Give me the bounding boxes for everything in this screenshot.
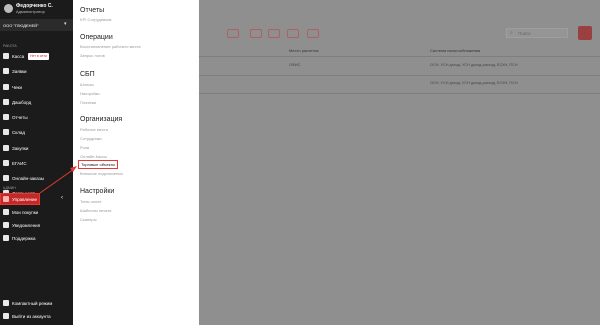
- sidebar-item-otchety[interactable]: Отчеты: [0, 112, 73, 123]
- sidebar-item-zakupki[interactable]: Закупки: [0, 143, 73, 154]
- cart-icon: [3, 145, 9, 151]
- menu-item-payment-types[interactable]: Типы оплат: [80, 199, 101, 204]
- sidebar-item-my-purchases[interactable]: Мои покупки: [0, 207, 73, 218]
- support-icon: [3, 235, 9, 241]
- duplicate-button[interactable]: [268, 29, 280, 38]
- organization-selector[interactable]: ООО "ГЛЮДЕНЕЙ" ▾: [0, 19, 73, 31]
- menu-item-gateways[interactable]: Шлюзы: [80, 82, 94, 87]
- menu-item-scanners[interactable]: Сканеры: [80, 217, 96, 222]
- receipt-icon: [3, 84, 9, 90]
- chevron-down-icon: ▾: [64, 21, 67, 27]
- bell-icon: [3, 222, 9, 228]
- group-title-sbp: СБП: [80, 71, 95, 78]
- menu-item-workplaces[interactable]: Рабочие места: [80, 127, 108, 132]
- sidebar-item-zayavki[interactable]: Заявки: [0, 66, 73, 77]
- sidebar-item-notifications[interactable]: Уведомления: [0, 220, 73, 231]
- table-cell-tax: ОСН, УСН доход, УСН доход-расход, ЕСХН, …: [430, 81, 518, 85]
- user-profile[interactable]: Федорченко С. Администратор: [0, 0, 73, 18]
- section-label-work: РАБОТА: [3, 44, 17, 48]
- main-content-dimmed: [199, 0, 600, 325]
- column-header-tax: Система налогообложения: [430, 48, 481, 53]
- dashboard-icon: [3, 99, 9, 105]
- compact-mode-toggle[interactable]: Компактный режим: [0, 298, 73, 309]
- sidebar-item-cheki[interactable]: Чеки: [0, 82, 73, 93]
- online-orders-icon: [3, 175, 9, 181]
- columns-settings-button[interactable]: [578, 26, 592, 40]
- orders-icon: [3, 68, 9, 74]
- chevron-left-icon[interactable]: ‹: [61, 195, 63, 201]
- sidebar: Федорченко С. Администратор ООО "ГЛЮДЕНЕ…: [0, 0, 73, 325]
- logout-icon: [3, 313, 9, 319]
- avatar: [4, 4, 13, 13]
- settings-icon: [3, 196, 9, 202]
- add-button[interactable]: [227, 29, 239, 38]
- menu-item-payments[interactable]: Платежи: [80, 100, 96, 105]
- menu-item-external-connections[interactable]: Внешние подключения: [80, 171, 123, 176]
- group-title-reports: Отчеты: [80, 7, 105, 14]
- group-title-organization: Организация: [80, 116, 123, 123]
- delete-button[interactable]: [307, 29, 319, 38]
- sidebar-item-dashboard[interactable]: Дашборд: [0, 97, 73, 108]
- menu-item-online-kassy[interactable]: Онлайн-Кассы: [80, 154, 107, 159]
- menu-item-kpi[interactable]: KPI Сотрудников: [80, 17, 111, 22]
- sidebar-item-kassa[interactable]: Касса Нет в сети: [0, 51, 73, 62]
- menu-item-trade-objects[interactable]: Торговые объекты: [78, 160, 119, 169]
- group-title-operations: Операции: [80, 34, 113, 41]
- section-label-admin: АДМИН: [3, 186, 16, 190]
- sidebar-item-support[interactable]: Поддержка: [0, 233, 73, 244]
- search-input[interactable]: ⌕ Поиск: [506, 28, 568, 38]
- table-cell-place: ОФИС: [289, 63, 301, 67]
- sidebar-item-online-orders[interactable]: Онлайн-заказы: [0, 173, 73, 184]
- divider: [199, 56, 600, 57]
- sidebar-item-egais[interactable]: ЕГАИС: [0, 158, 73, 169]
- menu-item-print-templates[interactable]: Шаблоны печати: [80, 208, 111, 213]
- menu-item-request-logs[interactable]: Запрос логов: [80, 53, 105, 58]
- divider: [199, 93, 600, 94]
- organization-name: ООО "ГЛЮДЕНЕЙ": [3, 23, 39, 28]
- divider: [199, 75, 600, 76]
- logout-button[interactable]: Выйти из аккаунта: [0, 311, 73, 322]
- menu-item-roles[interactable]: Роли: [80, 145, 89, 150]
- menu-item-employees[interactable]: Сотрудники: [80, 136, 102, 141]
- compact-mode-icon: [3, 300, 9, 306]
- sidebar-item-sklad[interactable]: Склад: [0, 127, 73, 138]
- group-title-settings: Настройки: [80, 188, 115, 195]
- report-icon: [3, 114, 9, 120]
- menu-item-sbp-settings[interactable]: Настройки: [80, 91, 100, 96]
- search-icon: ⌕: [510, 30, 513, 36]
- user-role: Администратор: [16, 9, 45, 14]
- table-cell-tax: ОСН, УСН доход, УСН доход-расход, ЕСХН, …: [430, 63, 518, 67]
- egais-icon: [3, 160, 9, 166]
- favorite-button[interactable]: [287, 29, 299, 38]
- edit-button[interactable]: [250, 29, 262, 38]
- menu-item-restore-workplace[interactable]: Восстановление рабочего места: [80, 44, 141, 49]
- cash-register-icon: [3, 53, 9, 59]
- warehouse-icon: [3, 129, 9, 135]
- management-menu-panel: Отчеты KPI Сотрудников Операции Восстано…: [73, 0, 199, 325]
- bag-icon: [3, 209, 9, 215]
- sidebar-item-upravlenie[interactable]: Управление: [0, 193, 40, 205]
- status-badge: Нет в сети: [28, 52, 49, 60]
- column-header-place: Место расчетов: [289, 48, 319, 53]
